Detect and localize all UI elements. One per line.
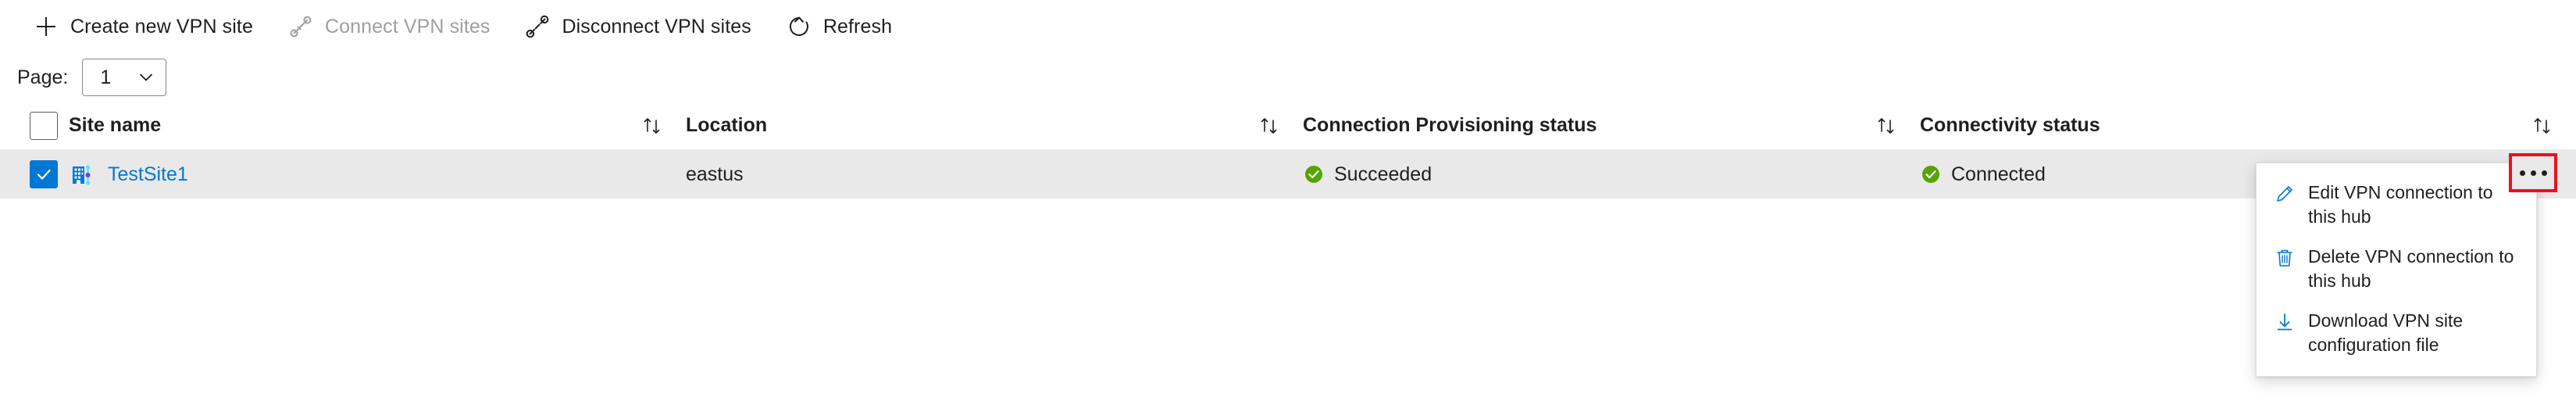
menu-item-delete-vpn-connection-label: Delete VPN connection to this hub — [2308, 246, 2514, 291]
chevron-down-icon — [137, 69, 155, 86]
trash-delete-icon — [2271, 245, 2299, 273]
sort-updown-icon — [1256, 114, 1283, 138]
table-header-row: Site name Location Connection Provisioni… — [0, 102, 2576, 150]
vpn-site-icon — [69, 161, 95, 188]
pager-label: Page: — [17, 66, 69, 88]
column-header-connectivity-status[interactable]: Connectivity status — [1920, 102, 2576, 149]
refresh-icon — [786, 13, 812, 40]
disconnect-vpn-sites-label: Disconnect VPN sites — [562, 16, 751, 38]
cell-location: eastus — [686, 150, 1303, 199]
disconnect-plug-icon — [524, 13, 551, 40]
column-header-connection-provisioning-status[interactable]: Connection Provisioning status — [1303, 102, 1920, 149]
create-new-vpn-site-label: Create new VPN site — [70, 16, 253, 38]
location-value: eastus — [686, 163, 744, 185]
sort-updown-icon — [639, 114, 665, 138]
connect-vpn-sites-label: Connect VPN sites — [324, 16, 491, 38]
command-bar: Create new VPN site Connect VPN sites Di — [0, 0, 2576, 53]
refresh-button[interactable]: Refresh — [780, 5, 908, 48]
menu-item-edit-vpn-connection-label: Edit VPN connection to this hub — [2308, 182, 2493, 227]
row-checkbox[interactable] — [30, 160, 58, 188]
column-header-site-name[interactable]: Site name — [69, 102, 686, 149]
row-context-menu: Edit VPN connection to this hub Delete V… — [2256, 163, 2537, 377]
site-name-link[interactable]: TestSite1 — [108, 163, 188, 186]
menu-item-edit-vpn-connection[interactable]: Edit VPN connection to this hub — [2257, 173, 2536, 237]
row-more-options-button[interactable] — [2509, 153, 2557, 192]
sort-updown-icon — [2529, 114, 2556, 138]
plus-icon — [33, 13, 59, 40]
create-new-vpn-site-button[interactable]: Create new VPN site — [27, 5, 269, 48]
connectivity-status-value: Connected — [1951, 163, 2046, 185]
menu-item-delete-vpn-connection[interactable]: Delete VPN connection to this hub — [2257, 237, 2536, 301]
provisioning-status-value: Succeeded — [1334, 163, 1432, 185]
menu-item-download-vpn-site-config-label: Download VPN site configuration file — [2308, 310, 2464, 355]
ellipsis-icon — [2519, 170, 2547, 176]
cell-connection-provisioning-status: Succeeded — [1303, 150, 1920, 199]
success-check-icon — [1920, 163, 1942, 185]
table-row[interactable]: TestSite1 eastus Succeeded Connected — [0, 150, 2576, 199]
refresh-label: Refresh — [822, 16, 893, 38]
sort-updown-icon — [1873, 114, 1900, 138]
header-select-all-cell — [0, 102, 69, 149]
connect-vpn-sites-button[interactable]: Connect VPN sites — [281, 5, 506, 48]
column-header-connectivity-status-label: Connectivity status — [1920, 114, 2100, 136]
column-header-connection-provisioning-status-label: Connection Provisioning status — [1303, 114, 1597, 136]
row-select-cell — [0, 150, 69, 199]
pencil-edit-icon — [2271, 181, 2299, 209]
page-select[interactable]: 1 — [82, 59, 167, 96]
menu-item-download-vpn-site-config[interactable]: Download VPN site configuration file — [2257, 301, 2536, 365]
connect-plug-icon — [287, 13, 314, 40]
vpn-sites-table: Site name Location Connection Provisioni… — [0, 102, 2576, 199]
page-select-value: 1 — [100, 66, 112, 88]
pager-row: Page: 1 — [0, 53, 2576, 102]
success-check-icon — [1303, 163, 1325, 185]
cell-site-name: TestSite1 — [69, 150, 686, 199]
download-arrow-icon — [2271, 309, 2299, 337]
disconnect-vpn-sites-button[interactable]: Disconnect VPN sites — [518, 5, 766, 48]
column-header-site-name-label: Site name — [69, 114, 162, 136]
select-all-checkbox[interactable] — [30, 111, 58, 140]
column-header-location[interactable]: Location — [686, 102, 1303, 149]
column-header-location-label: Location — [686, 114, 768, 136]
